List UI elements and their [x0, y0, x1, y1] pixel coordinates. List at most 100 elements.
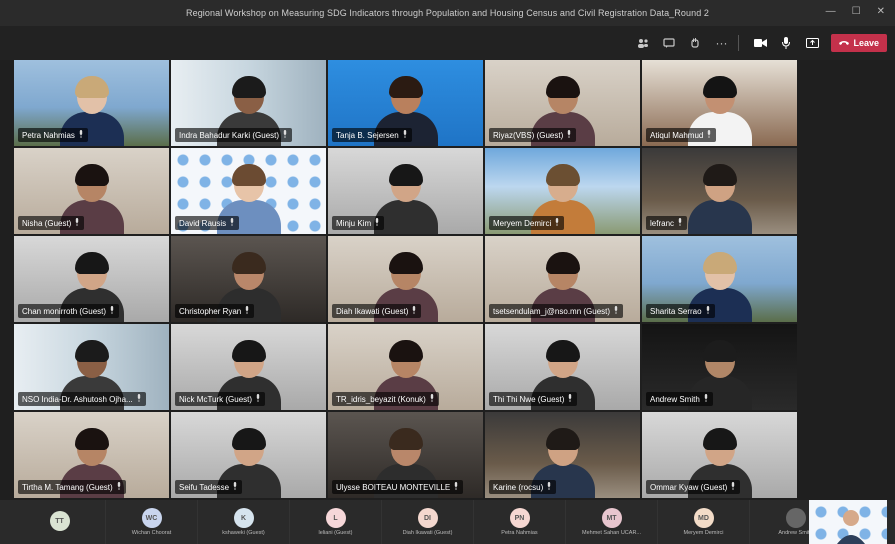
video-tile[interactable]: Indra Bahadur Karki (Guest): [171, 60, 326, 146]
mic-muted-icon: [402, 130, 408, 140]
participant-name-tag: Tirtha M. Tamang (Guest): [18, 480, 126, 494]
camera-icon[interactable]: [749, 32, 771, 54]
person-hair: [231, 428, 266, 450]
participant-name-tag: Ulysse BOITEAU MONTEVILLE: [332, 480, 464, 494]
avatar: L: [325, 508, 346, 528]
mic-muted-icon: [706, 130, 712, 140]
chat-icon[interactable]: [658, 32, 680, 54]
maximize-button[interactable]: ☐: [852, 6, 861, 17]
video-tile[interactable]: NSO India-Dr. Ashutosh Ojha...: [14, 324, 169, 410]
video-tile[interactable]: Meryem Demirci: [485, 148, 640, 234]
avatar: PN: [509, 508, 530, 528]
leave-button[interactable]: Leave: [831, 34, 887, 52]
participant-avatar-item[interactable]: MT Mehmet Sahan UCAR...: [566, 500, 658, 544]
participant-strip-name: Wichan Choorat: [131, 530, 172, 536]
show-participants-icon[interactable]: [632, 32, 654, 54]
video-tile[interactable]: David Rausis: [171, 148, 326, 234]
person-hair: [231, 340, 266, 362]
share-screen-icon[interactable]: [801, 32, 823, 54]
video-tile[interactable]: Ulysse BOITEAU MONTEVILLE: [328, 412, 483, 498]
participant-name: Tirtha M. Tamang (Guest): [22, 482, 113, 492]
participant-name: Tanja B. Sejersen: [336, 130, 399, 140]
self-person-figure: [837, 510, 865, 544]
mic-muted-icon: [703, 394, 709, 404]
participant-name-tag: Nick McTurk (Guest): [175, 392, 266, 406]
video-tile[interactable]: Tirtha M. Tamang (Guest): [14, 412, 169, 498]
video-tile[interactable]: Nick McTurk (Guest): [171, 324, 326, 410]
avatar: MD: [693, 508, 714, 528]
person-hair: [231, 164, 266, 186]
participant-name-tag: Meryem Demirci: [489, 216, 565, 230]
video-tile[interactable]: tsetsendulam_j@nso.mn (Guest): [485, 236, 640, 322]
window-title-bar: Regional Workshop on Measuring SDG Indic…: [0, 0, 895, 26]
person-torso: [687, 200, 752, 234]
video-tile[interactable]: Sharita Serrao: [642, 236, 797, 322]
participant-name: Meryem Demirci: [493, 218, 552, 228]
mic-muted-icon: [229, 218, 235, 228]
mic-muted-icon: [244, 306, 250, 316]
participant-avatar-item[interactable]: MD Meryem Demirci: [658, 500, 750, 544]
video-tile[interactable]: Andrew Smith: [642, 324, 797, 410]
mic-muted-icon: [374, 218, 380, 228]
video-tile[interactable]: TR_idris_beyazit (Konuk): [328, 324, 483, 410]
participant-strip-name: Petra Nahmias: [501, 530, 538, 536]
video-tile[interactable]: Seifu Tadesse: [171, 412, 326, 498]
participant-name-tag: Andrew Smith: [646, 392, 713, 406]
video-tile[interactable]: Nisha (Guest): [14, 148, 169, 234]
raise-hand-icon[interactable]: [684, 32, 706, 54]
participant-strip-name: Mehmet Sahan UCAR...: [582, 530, 641, 536]
participant-name: Indra Bahadur Karki (Guest): [179, 130, 280, 140]
video-tile[interactable]: Karine (rocsu): [485, 412, 640, 498]
participant-name-tag: Riyaz(VBS) (Guest): [489, 128, 577, 142]
mic-muted-icon: [677, 218, 683, 228]
video-tile[interactable]: Riyaz(VBS) (Guest): [485, 60, 640, 146]
video-tile[interactable]: Thi Thi Nwe (Guest): [485, 324, 640, 410]
close-button[interactable]: ✕: [877, 6, 885, 17]
window-controls: — ☐ ✕: [826, 6, 885, 17]
person-hair: [545, 76, 580, 98]
participant-name-tag: TR_idris_beyazit (Konuk): [332, 392, 439, 406]
mic-muted-icon: [78, 130, 84, 140]
person-hair: [702, 252, 737, 274]
video-tile[interactable]: Diah Ikawati (Guest): [328, 236, 483, 322]
person-hair: [231, 252, 266, 274]
participant-name-tag: lefranc: [646, 216, 688, 230]
participant-name-tag: Christopher Ryan: [175, 304, 255, 318]
video-tile[interactable]: Chan monirroth (Guest): [14, 236, 169, 322]
participant-name: Christopher Ryan: [179, 306, 242, 316]
participant-name: Minju Kim: [336, 218, 372, 228]
video-tile[interactable]: Petra Nahmias: [14, 60, 169, 146]
mic-muted-icon: [74, 218, 80, 228]
participant-name: Riyaz(VBS) (Guest): [493, 130, 564, 140]
participant-name: Ulysse BOITEAU MONTEVILLE: [336, 482, 451, 492]
video-tile[interactable]: lefranc: [642, 148, 797, 234]
participant-name-tag: Diah Ikawati (Guest): [332, 304, 422, 318]
participant-name: Andrew Smith: [650, 394, 700, 404]
video-tile[interactable]: Atiqul Mahmud: [642, 60, 797, 146]
minimize-button[interactable]: —: [826, 6, 836, 17]
participant-avatar-item[interactable]: Kkshaweki (Guest): [198, 500, 290, 544]
participant-name: Chan monirroth (Guest): [22, 306, 107, 316]
participant-avatar-item[interactable]: Lleliani (Guest): [290, 500, 382, 544]
participant-avatar-item[interactable]: WC Wichan Choorat: [106, 500, 198, 544]
participant-strip-name: kshaweki (Guest): [222, 530, 265, 536]
participant-name: NSO India-Dr. Ashutosh Ojha...: [22, 394, 133, 404]
participant-avatar-item[interactable]: TT: [14, 500, 106, 544]
meeting-toolbar: ··· Leave: [0, 26, 895, 60]
person-hair: [702, 340, 737, 362]
participant-name-tag: David Rausis: [175, 216, 240, 230]
mic-muted-icon: [411, 306, 417, 316]
more-actions-icon[interactable]: ···: [710, 32, 732, 54]
participant-avatar-item[interactable]: DI Diah Ikawati (Guest): [382, 500, 474, 544]
participant-name-tag: Tanja B. Sejersen: [332, 128, 412, 142]
microphone-icon[interactable]: [775, 32, 797, 54]
video-tile[interactable]: Tanja B. Sejersen: [328, 60, 483, 146]
video-tile[interactable]: Christopher Ryan: [171, 236, 326, 322]
person-hair: [74, 164, 109, 186]
video-tile[interactable]: Minju Kim: [328, 148, 483, 234]
participant-avatar-item[interactable]: PN Petra Nahmias: [474, 500, 566, 544]
mic-muted-icon: [613, 306, 619, 316]
avatar: DI: [417, 508, 438, 528]
self-video-preview[interactable]: [809, 500, 887, 544]
video-tile[interactable]: Ommar Kyaw (Guest): [642, 412, 797, 498]
